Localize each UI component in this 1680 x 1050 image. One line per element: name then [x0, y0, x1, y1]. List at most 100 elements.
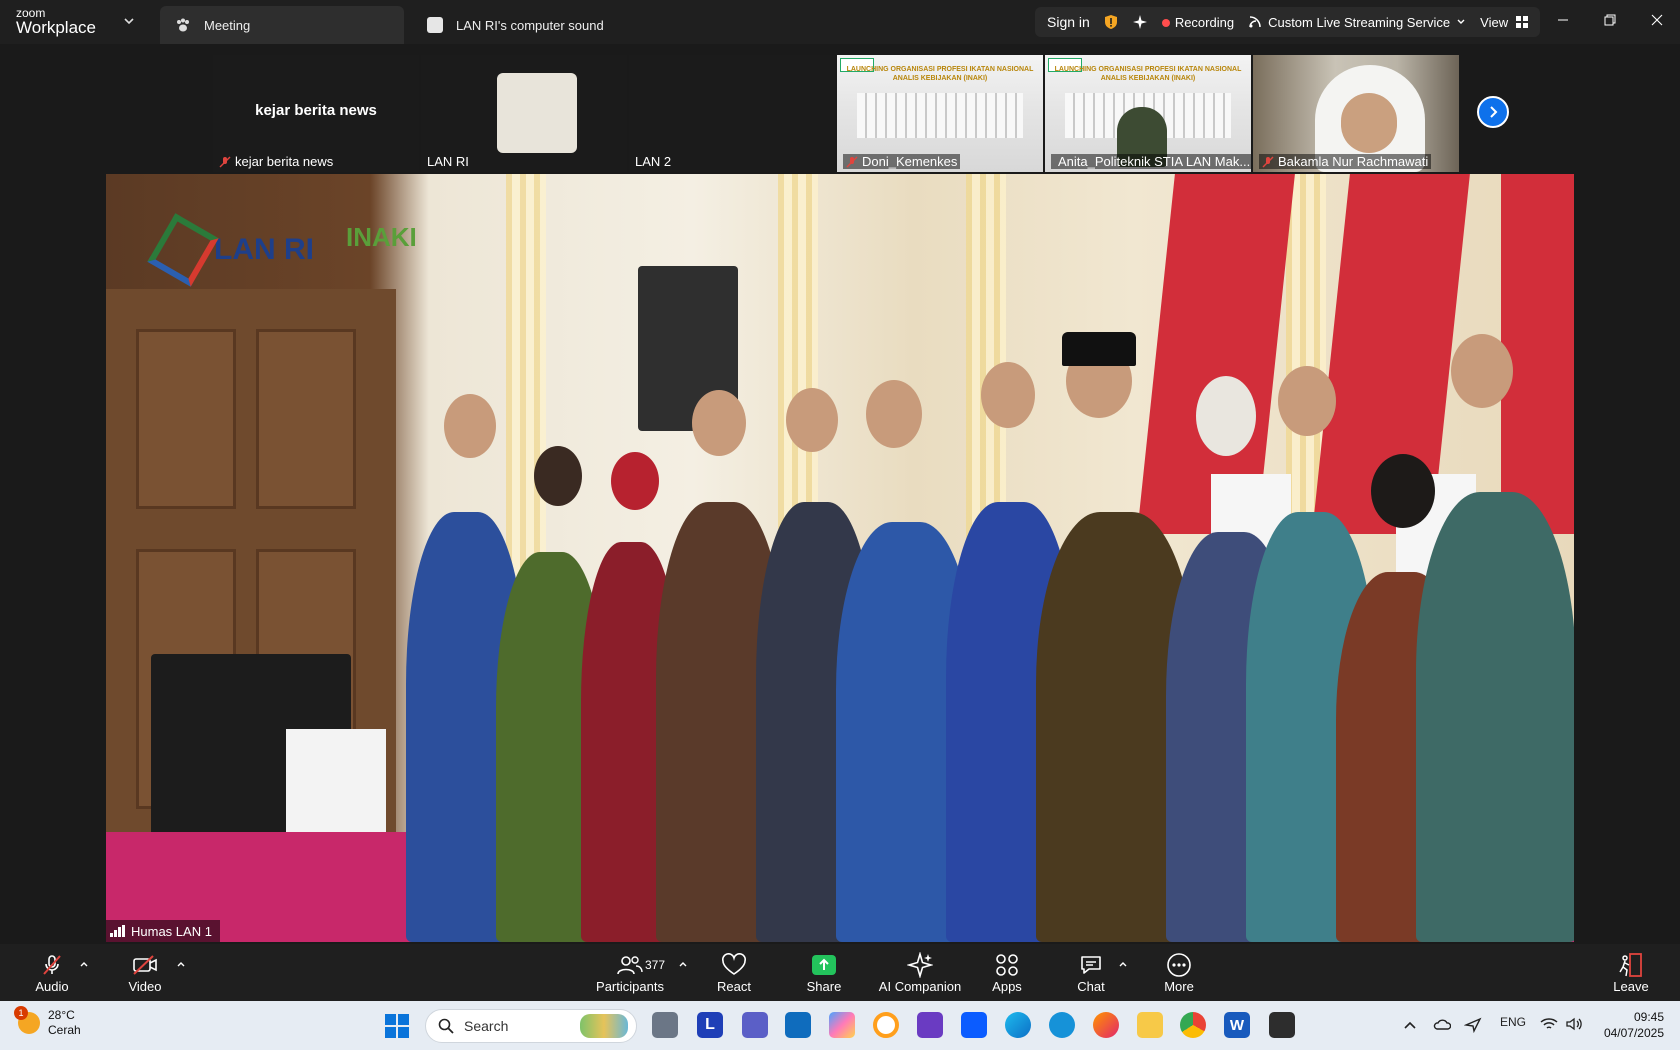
restore-button[interactable]	[1587, 0, 1633, 40]
location-icon[interactable]	[1464, 1017, 1482, 1033]
chevron-up-icon[interactable]	[1403, 1019, 1417, 1031]
participant-name-label: Anita_Politeknik STIA LAN Mak...	[1051, 154, 1251, 169]
lanri-logo: LAN RI	[147, 213, 314, 287]
share-button[interactable]: Share	[803, 944, 845, 1001]
chat-label: Chat	[1077, 979, 1105, 994]
share-label: Share	[806, 979, 842, 994]
chat-button[interactable]: Chat	[1075, 944, 1107, 1001]
recording-label: Recording	[1174, 14, 1235, 30]
sign-in-button[interactable]: Sign in	[1047, 14, 1090, 30]
file-explorer-icon[interactable]	[1137, 1012, 1163, 1038]
search-icon	[438, 1018, 454, 1034]
audio-options-caret-icon[interactable]	[78, 958, 90, 970]
building-image	[857, 93, 1023, 138]
onedrive-cloud-icon[interactable]	[1433, 1017, 1451, 1031]
participant-name-label: Bakamla Nur Rachmawati	[1259, 154, 1432, 169]
apps-button[interactable]: Apps	[990, 944, 1024, 1001]
paw-meeting-icon	[174, 17, 192, 33]
participant-name: Bakamla Nur Rachmawati	[1278, 154, 1429, 169]
more-label: More	[1164, 979, 1194, 994]
purple-app-icon[interactable]	[917, 1012, 943, 1038]
view-label: View	[1480, 14, 1509, 30]
close-button[interactable]	[1634, 0, 1680, 40]
video-button[interactable]: Video	[122, 944, 168, 1001]
next-page-button[interactable]	[1477, 96, 1509, 128]
chrome-icon[interactable]	[1180, 1012, 1206, 1038]
recording-dot-icon	[1161, 18, 1170, 27]
speaker-volume-icon[interactable]	[1565, 1017, 1583, 1031]
ai-companion-button[interactable]: AI Companion	[878, 944, 962, 1001]
launcher-l-icon[interactable]: L	[697, 1012, 723, 1038]
chevron-down-icon	[1457, 19, 1465, 24]
tab-meeting-label: Meeting	[204, 17, 251, 33]
word-icon[interactable]: W	[1224, 1012, 1250, 1038]
close-icon	[1651, 14, 1663, 26]
round-app-icon[interactable]	[873, 1012, 899, 1038]
audio-button[interactable]: Audio	[30, 944, 74, 1001]
video-off-icon	[131, 951, 159, 979]
participants-icon	[617, 951, 643, 979]
sparkle-icon[interactable]	[1132, 14, 1148, 30]
view-menu[interactable]: View	[1480, 14, 1529, 30]
more-button[interactable]: More	[1162, 944, 1196, 1001]
shield-icon[interactable]	[1104, 14, 1118, 30]
video-options-caret-icon[interactable]	[175, 958, 187, 970]
brand-large-text: Workplace	[16, 18, 96, 37]
tab-meeting[interactable]: Meeting	[160, 6, 404, 44]
live-streaming-menu[interactable]: Custom Live Streaming Service	[1248, 15, 1466, 30]
start-button[interactable]	[385, 1014, 409, 1038]
copilot-icon[interactable]	[829, 1012, 855, 1038]
react-button[interactable]: React	[714, 944, 754, 1001]
signal-strength-icon	[110, 925, 125, 937]
slide-title: LAUNCHING ORGANISASI PROFESI IKATAN NASI…	[1054, 66, 1242, 82]
recording-indicator[interactable]: Recording	[1161, 14, 1235, 30]
zoom-app-icon[interactable]	[961, 1012, 987, 1038]
participant-name-label: LAN 2	[635, 154, 671, 169]
leave-label: Leave	[1613, 979, 1649, 994]
inaki-logo: INAKI	[346, 222, 417, 252]
edge-profile-icon[interactable]	[1049, 1012, 1075, 1038]
audio-source-icon	[426, 17, 444, 33]
app-brand-menu[interactable]: zoom Workplace	[0, 0, 160, 44]
video-label: Video	[128, 979, 162, 994]
language-indicator[interactable]: ENG	[1500, 1015, 1526, 1029]
leave-button[interactable]: Leave	[1613, 944, 1649, 1001]
system-clock[interactable]: 09:45 04/07/2025	[1598, 1009, 1664, 1041]
participants-options-caret-icon[interactable]	[677, 958, 689, 970]
participant-name-label: kejar berita news	[219, 154, 333, 169]
participant-tile[interactable]: LAN 2	[629, 55, 835, 172]
taskbar-search[interactable]: Search	[425, 1009, 637, 1043]
firefox-icon[interactable]	[1093, 1012, 1119, 1038]
active-speaker-video[interactable]: LAN RI INAKI Humas LAN 1	[106, 174, 1574, 942]
apps-grid-icon	[995, 951, 1019, 979]
search-highlight-image	[580, 1014, 628, 1038]
clock-time: 09:45	[1633, 1010, 1664, 1024]
participant-tile[interactable]: LAUNCHING ORGANISASI PROFESI IKATAN NASI…	[1045, 55, 1251, 172]
store-icon[interactable]	[785, 1012, 811, 1038]
participant-tile[interactable]: LAUNCHING ORGANISASI PROFESI IKATAN NASI…	[837, 55, 1043, 172]
mic-muted-icon	[219, 156, 231, 167]
teams-icon[interactable]	[742, 1012, 768, 1038]
tab-computer-sound[interactable]: LAN RI's computer sound	[412, 6, 672, 44]
active-speaker-name: Humas LAN 1	[131, 923, 212, 939]
temperature: 28°C	[48, 1008, 75, 1022]
meeting-status-bar: Sign in Recording Custom Live Streaming …	[1035, 7, 1541, 37]
participant-tile[interactable]: kejar berita news kejar berita news	[213, 55, 419, 172]
chat-options-caret-icon[interactable]	[1117, 958, 1129, 970]
weather-widget[interactable]: 1 28°C Cerah	[14, 1006, 81, 1038]
grid-view-icon	[1516, 16, 1529, 28]
participant-tile[interactable]: Bakamla Nur Rachmawati	[1253, 55, 1459, 172]
wifi-icon[interactable]	[1540, 1017, 1558, 1031]
participant-name: Anita_Politeknik STIA LAN Mak...	[1058, 154, 1251, 169]
edge-icon[interactable]	[1005, 1012, 1031, 1038]
minimize-button[interactable]	[1540, 0, 1586, 40]
share-screen-icon	[812, 955, 836, 975]
heart-icon	[721, 951, 747, 979]
audio-label: Audio	[35, 979, 69, 994]
participant-tile[interactable]: LAN RI	[421, 55, 627, 172]
chat-bubble-icon	[1079, 951, 1103, 979]
sticky-notes-icon[interactable]	[1269, 1012, 1295, 1038]
participants-button[interactable]: Participants	[595, 944, 665, 1001]
task-view-icon[interactable]	[652, 1012, 678, 1038]
meeting-controls: Audio Video Participants 377 React Share…	[0, 944, 1680, 1001]
